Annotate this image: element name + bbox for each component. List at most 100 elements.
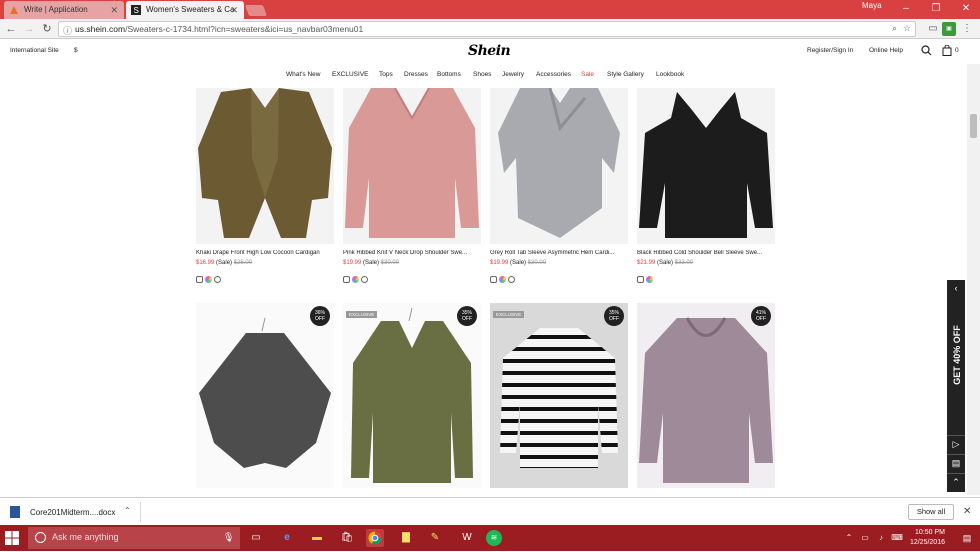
close-icon[interactable]: ✕ (963, 506, 971, 517)
promo-side-tab[interactable]: ‹ GET 40% OFF ▷ ▤ ⌃ (947, 280, 965, 492)
spotify-icon[interactable]: ≋ (486, 530, 502, 546)
product-name[interactable]: Black Ribbed Cold Shoulder Bell Sleeve S… (637, 250, 775, 256)
nav-style-gallery[interactable]: Style Gallery (607, 71, 644, 78)
forward-icon[interactable]: → (22, 22, 36, 36)
product-name[interactable]: Pink Ribbed Knit V Neck Drop Shoulder Sw… (343, 250, 481, 256)
minimize-icon[interactable]: – (892, 0, 920, 17)
maximize-icon[interactable]: ❐ (922, 0, 950, 17)
bag-icon[interactable] (637, 276, 644, 283)
svg-text:S: S (134, 6, 139, 15)
product-image[interactable]: EXCLUSIVE 35% OFF (343, 303, 481, 488)
zoom-icon[interactable]: ⌕ (892, 23, 897, 34)
nav-exclusive[interactable]: EXCLUSIVE (332, 71, 369, 78)
bag-icon[interactable] (343, 276, 350, 283)
address-bar[interactable]: ⓘ us.shein.com/Sweaters-c-1734.html?icn=… (58, 21, 916, 37)
product-image[interactable] (637, 88, 775, 244)
tab-title: Women's Sweaters & Ca (146, 5, 235, 14)
bag-icon[interactable] (196, 276, 203, 283)
sticky-notes-icon[interactable]: ▇ (397, 529, 415, 547)
close-window-icon[interactable]: ✕ (952, 0, 980, 17)
olive-sweater-image (351, 307, 473, 483)
new-tab-button[interactable] (244, 5, 268, 16)
chevron-left-icon[interactable]: ‹ (947, 280, 965, 296)
product-image[interactable]: EXCLUSIVE 35% OFF (490, 303, 628, 488)
word-document-icon[interactable] (10, 506, 20, 518)
cortana-search-box[interactable]: Ask me anything 🎙 (28, 527, 240, 549)
back-icon[interactable]: ← (4, 22, 18, 36)
tab-title: Write | Application (24, 5, 88, 14)
product-image[interactable]: 36% OFF (196, 303, 334, 488)
nav-jewelry[interactable]: Jewelry (502, 71, 524, 78)
info-icon[interactable] (361, 276, 368, 283)
play-icon[interactable]: ▷ (947, 435, 965, 451)
notes-icon[interactable]: ✎ (426, 529, 444, 547)
nav-lookbook[interactable]: Lookbook (656, 71, 684, 78)
bag-count: 0 (955, 47, 959, 54)
windows-taskbar: Ask me anything 🎙 ▭ e ▬ 🛍 ▇ ✎ W ≋ ⌃ ▭ ♪ … (0, 525, 980, 551)
extension-new-icon[interactable]: ▣ (942, 22, 956, 36)
close-tab-icon[interactable]: ✕ (110, 1, 118, 19)
chevron-up-icon[interactable]: ⌃ (124, 506, 131, 515)
product-image[interactable]: 41% OFF (637, 303, 775, 488)
color-wheel-icon[interactable] (352, 276, 359, 283)
windows-start-icon[interactable] (5, 531, 19, 545)
color-wheel-icon[interactable] (499, 276, 506, 283)
edge-icon[interactable]: e (278, 529, 296, 547)
info-icon[interactable] (214, 276, 221, 283)
nav-accessories[interactable]: Accessories (536, 71, 571, 78)
product-image[interactable] (343, 88, 481, 244)
page-info-icon[interactable]: ⓘ (63, 24, 72, 37)
word-icon[interactable]: W (458, 529, 476, 547)
nav-tops[interactable]: Tops (379, 71, 393, 78)
bookmark-star-icon[interactable]: ☆ (903, 23, 911, 34)
international-site-link[interactable]: International Site (10, 47, 59, 54)
product-image[interactable] (490, 88, 628, 244)
discount-badge: 36% OFF (310, 306, 330, 326)
striped-sweater-image (500, 328, 618, 468)
nav-whats-new[interactable]: What's New (286, 71, 320, 78)
close-tab-icon[interactable]: ✕ (230, 1, 238, 19)
product-name[interactable]: Khaki Drape Front High Low Cocoon Cardig… (196, 250, 334, 256)
shein-logo[interactable]: Shein (468, 43, 511, 59)
promo-text[interactable]: GET 40% OFF (952, 305, 962, 405)
color-wheel-icon[interactable] (205, 276, 212, 283)
bag-icon[interactable] (490, 276, 497, 283)
tab-shein-sweaters[interactable]: S Women's Sweaters & Ca ✕ (126, 1, 244, 19)
tab-write-application[interactable]: Write | Application ✕ (4, 1, 124, 19)
download-bar: Core201Midterm....docx ⌃ Show all ✕ (0, 497, 980, 525)
show-all-button[interactable]: Show all (908, 504, 954, 520)
shopping-bag-icon[interactable] (942, 45, 952, 56)
nav-dresses[interactable]: Dresses (404, 71, 428, 78)
scrollbar-thumb[interactable] (970, 114, 977, 138)
reload-icon[interactable]: ↻ (40, 22, 54, 36)
url-text: us.shein.com/Sweaters-c-1734.html?icn=sw… (75, 24, 364, 34)
store-icon[interactable]: 🛍 (338, 529, 356, 547)
file-explorer-icon[interactable]: ▬ (308, 529, 326, 547)
nav-shoes[interactable]: Shoes (473, 71, 491, 78)
system-clock[interactable]: 10:50 PM 12/25/2016 (905, 528, 945, 548)
keyboard-icon[interactable]: ⌨ (888, 529, 906, 547)
action-center-icon[interactable]: ▤ (958, 529, 976, 547)
microphone-icon[interactable]: 🎙 (223, 532, 234, 543)
chrome-icon[interactable] (366, 529, 384, 547)
exclusive-tag: EXCLUSIVE (493, 311, 525, 318)
register-signin-link[interactable]: Register/Sign In (807, 47, 853, 54)
product-image[interactable] (196, 88, 334, 244)
currency-selector[interactable]: $ (74, 47, 78, 54)
online-help-link[interactable]: Online Help (869, 47, 903, 54)
menu-icon[interactable]: ⋮ (960, 22, 974, 36)
info-icon[interactable] (508, 276, 515, 283)
nav-bottoms[interactable]: Bottoms (437, 71, 461, 78)
search-icon[interactable] (921, 45, 932, 56)
color-wheel-icon[interactable] (646, 276, 653, 283)
profile-name[interactable]: Maya (862, 0, 892, 12)
list-icon[interactable]: ▤ (947, 454, 965, 470)
product-name[interactable]: Grey Roll Tab Sleeve Asymmetric Hem Card… (490, 250, 628, 256)
scroll-top-icon[interactable]: ⌃ (947, 473, 965, 489)
discount-badge: 41% OFF (751, 306, 771, 326)
cast-icon[interactable]: ▭ (926, 22, 940, 36)
nav-sale[interactable]: Sale (581, 71, 594, 78)
page-scrollbar[interactable] (967, 64, 980, 495)
download-filename[interactable]: Core201Midterm....docx (30, 508, 115, 517)
task-view-icon[interactable]: ▭ (247, 529, 265, 547)
